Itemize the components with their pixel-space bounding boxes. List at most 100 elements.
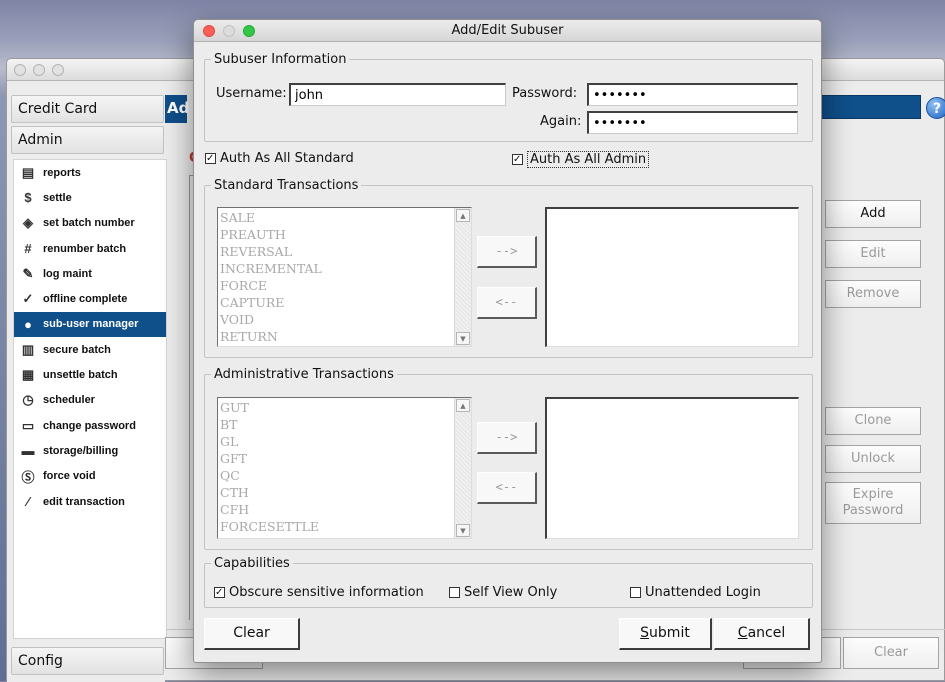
list-item[interactable]: QC — [220, 467, 319, 484]
help-icon[interactable]: ? — [926, 97, 945, 119]
content-header-bar — [821, 95, 921, 119]
menu-item-label: sub-user manager — [43, 318, 139, 331]
self-view-only-checkbox[interactable]: Self View Only — [449, 585, 557, 600]
unattended-login-checkbox[interactable]: Unattended Login — [630, 585, 761, 600]
submit-button[interactable]: Submit — [619, 618, 712, 650]
list-item[interactable]: CFH — [220, 501, 319, 518]
auth-all-standard-checkbox[interactable]: Auth As All Standard — [205, 151, 354, 166]
checkbox-icon — [205, 153, 216, 164]
scroll-up-icon[interactable]: ▲ — [456, 209, 470, 222]
dialog-title: Add/Edit Subuser — [451, 23, 564, 38]
group-legend: Administrative Transactions — [214, 367, 394, 382]
list-item[interactable]: FORCE — [220, 277, 322, 294]
add-button[interactable]: Add — [825, 200, 921, 228]
menu-item-label: scheduler — [43, 394, 95, 407]
auth-all-admin-checkbox[interactable]: Auth As All Admin — [512, 151, 650, 168]
renumber-icon: # — [24, 241, 32, 257]
group-legend: Capabilities — [214, 556, 290, 571]
zoom-icon[interactable] — [52, 64, 64, 76]
cancel-button[interactable]: Cancel — [714, 618, 810, 650]
minimize-icon[interactable] — [33, 64, 45, 76]
submit-mnemonic: S — [640, 625, 650, 641]
menu-item-set-batch-number[interactable]: ◈ set batch number — [14, 211, 166, 236]
sub-user-icon: ● — [24, 316, 32, 332]
edit-button[interactable]: Edit — [825, 240, 921, 268]
zoom-icon[interactable] — [243, 25, 255, 37]
checkbox-icon — [214, 587, 225, 598]
list-item[interactable]: INCREMENTAL — [220, 260, 322, 277]
checkbox-label: Auth As All Standard — [220, 151, 354, 166]
list-items: GUT BT GL GFT QC CTH CFH FORCESETTLE — [220, 399, 319, 535]
menu-item-settle[interactable]: $ settle — [14, 185, 166, 210]
unlock-button[interactable]: Unlock — [825, 445, 921, 473]
tab-config[interactable]: Config — [11, 647, 164, 675]
menu-item-storage-billing[interactable]: ▬ storage/billing — [14, 438, 166, 463]
tab-credit-card[interactable]: Credit Card — [11, 95, 164, 123]
minimize-icon[interactable] — [223, 25, 235, 37]
remove-button[interactable]: Remove — [825, 280, 921, 308]
group-legend: Subuser Information — [214, 52, 347, 67]
list-item[interactable]: REVERSAL — [220, 243, 322, 260]
checkbox-label: Auth As All Admin — [527, 151, 650, 168]
dialog-titlebar: Add/Edit Subuser — [194, 20, 821, 42]
checkbox-icon — [512, 154, 523, 165]
list-item[interactable]: PREAUTH — [220, 226, 322, 243]
scroll-down-icon[interactable]: ▼ — [456, 524, 470, 537]
checkbox-label: Self View Only — [464, 585, 558, 600]
list-item[interactable]: CTH — [220, 484, 319, 501]
checkbox-icon — [449, 587, 460, 598]
menu-item-force-void[interactable]: Ⓢforce void — [14, 464, 166, 489]
menu-item-log-maint[interactable]: ✎ log maint — [14, 261, 166, 286]
menu-item-label: settle — [43, 191, 72, 204]
password-field[interactable] — [587, 83, 798, 106]
list-item[interactable]: CAPTURE — [220, 294, 322, 311]
expire-password-button[interactable]: Expire Password — [825, 482, 921, 524]
tab-admin[interactable]: Admin — [11, 126, 164, 154]
add-edit-subuser-dialog: Add/Edit Subuser Subuser Information Use… — [193, 19, 822, 663]
add-administrative-button[interactable]: --> — [477, 422, 537, 454]
scroll-down-icon[interactable]: ▼ — [456, 332, 470, 345]
main-clear-button[interactable]: Clear — [843, 637, 939, 669]
administrative-selected-list[interactable] — [545, 397, 799, 539]
standard-available-list[interactable]: SALE PREAUTH REVERSAL INCREMENTAL FORCE … — [217, 207, 472, 347]
close-icon[interactable] — [14, 64, 26, 76]
list-item[interactable]: GFT — [220, 450, 319, 467]
menu-item-unsettle-batch[interactable]: ▦ unsettle batch — [14, 362, 166, 387]
add-standard-button[interactable]: --> — [477, 236, 537, 268]
checkbox-label: Unattended Login — [645, 585, 761, 600]
dialog-clear-button[interactable]: Clear — [204, 618, 300, 650]
administrative-available-list[interactable]: GUT BT GL GFT QC CTH CFH FORCESETTLE ▲ ▼ — [217, 397, 472, 539]
menu-item-renumber-batch[interactable]: # renumber batch — [14, 236, 166, 261]
username-field[interactable] — [289, 83, 506, 106]
menu-item-change-password[interactable]: ▭ change password — [14, 413, 166, 438]
again-field[interactable] — [587, 111, 798, 134]
list-item[interactable]: SALE — [220, 209, 322, 226]
list-item[interactable]: BT — [220, 416, 319, 433]
scrollbar[interactable]: ▲ ▼ — [454, 398, 471, 538]
menu-item-label: unsettle batch — [43, 369, 118, 382]
obscure-sensitive-checkbox[interactable]: Obscure sensitive information — [214, 585, 424, 600]
edit-icon: ⁄ — [26, 494, 30, 509]
menu-item-scheduler[interactable]: ◷ scheduler — [14, 388, 166, 413]
remove-administrative-button[interactable]: <-- — [477, 472, 537, 504]
money-bag-icon: $ — [24, 190, 32, 206]
scroll-up-icon[interactable]: ▲ — [456, 399, 470, 412]
list-item[interactable]: GL — [220, 433, 319, 450]
menu-item-secure-batch[interactable]: ▥ secure batch — [14, 337, 166, 362]
list-item[interactable]: FORCESETTLE — [220, 518, 319, 535]
username-label: Username: — [216, 86, 287, 101]
list-item[interactable]: RETURN — [220, 328, 322, 345]
set-batch-icon: ◈ — [23, 215, 33, 231]
menu-item-edit-transaction[interactable]: ⁄ edit transaction — [14, 489, 166, 514]
menu-item-sub-user-manager[interactable]: ● sub-user manager — [14, 311, 166, 338]
expire-label: Expire — [852, 487, 894, 502]
remove-standard-button[interactable]: <-- — [477, 287, 537, 319]
scrollbar[interactable]: ▲ ▼ — [454, 208, 471, 346]
list-item[interactable]: GUT — [220, 399, 319, 416]
close-icon[interactable] — [203, 25, 215, 37]
list-item[interactable]: VOID — [220, 311, 322, 328]
clone-button[interactable]: Clone — [825, 407, 921, 435]
menu-item-offline-complete[interactable]: ✓ offline complete — [14, 286, 166, 311]
standard-selected-list[interactable] — [545, 207, 799, 347]
menu-item-reports[interactable]: ▤ reports — [14, 160, 166, 185]
